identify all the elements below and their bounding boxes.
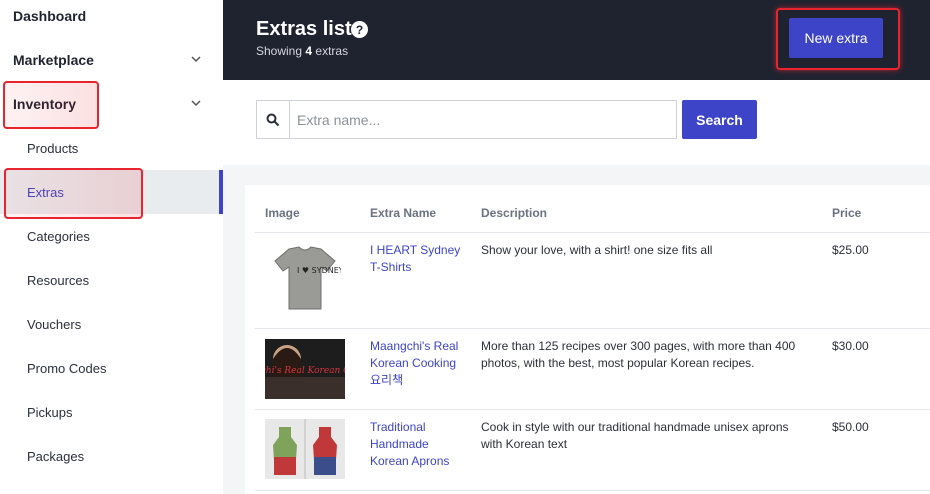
extra-name-link[interactable]: I HEART Sydney T-Shirts	[370, 242, 460, 276]
showing-count: 4	[305, 44, 313, 58]
tshirt-print-text: I ♥ SYDNEY	[297, 266, 341, 275]
sidebar-item-packages[interactable]: Packages	[0, 434, 223, 478]
divider	[255, 232, 930, 233]
search-panel: Search	[223, 80, 930, 165]
new-extra-button[interactable]: New extra	[789, 18, 883, 58]
sidebar-item-label: Resources	[27, 272, 90, 288]
extras-table: Image Extra Name Description Price I ♥ S…	[245, 185, 930, 494]
extra-name-line: 요리책	[370, 373, 404, 387]
showing-prefix: Showing	[256, 44, 303, 58]
sidebar-item-promo-codes[interactable]: Promo Codes	[0, 346, 223, 390]
extra-name-line: Korean Cooking	[370, 356, 457, 370]
search-input[interactable]	[289, 100, 677, 139]
sidebar-item-label: Pickups	[27, 404, 73, 420]
extra-description: Cook in style with our traditional handm…	[481, 419, 789, 453]
sidebar-item-marketplace[interactable]: Marketplace	[0, 38, 223, 82]
extra-price: $25.00	[832, 243, 869, 257]
column-header-image: Image	[265, 206, 300, 220]
extra-name-line: Traditional	[370, 420, 426, 434]
cookbook-title-text: Maangchi's Real Korean Cooking	[265, 366, 345, 376]
column-header-extra-name[interactable]: Extra Name	[370, 206, 436, 220]
description-line: photos, with the best, most popular Kore…	[481, 356, 755, 370]
sidebar-item-label: Vouchers	[27, 316, 82, 332]
sidebar: Dashboard Marketplace Inventory Products…	[0, 0, 223, 494]
extra-description: Show your love, with a shirt! one size f…	[481, 242, 712, 259]
sidebar-item-products[interactable]: Products	[0, 126, 223, 170]
search-icon	[256, 100, 289, 139]
divider	[255, 490, 930, 491]
sidebar-item-vouchers[interactable]: Vouchers	[0, 302, 223, 346]
page-header: Extras list ? Showing 4 extras New extra	[223, 0, 930, 80]
search-button[interactable]: Search	[682, 100, 757, 139]
sidebar-item-label: Marketplace	[13, 52, 94, 68]
chevron-down-icon	[191, 100, 201, 107]
sidebar-item-inventory[interactable]: Inventory	[0, 82, 223, 126]
divider	[255, 409, 930, 410]
extra-description: More than 125 recipes over 300 pages, wi…	[481, 338, 795, 372]
description-line: More than 125 recipes over 300 pages, wi…	[481, 339, 796, 353]
extra-price: $50.00	[832, 420, 869, 434]
extra-price: $30.00	[832, 339, 869, 353]
sidebar-item-resources[interactable]: Resources	[0, 258, 223, 302]
description-line: Cook in style with our traditional handm…	[481, 420, 789, 434]
extra-name-link[interactable]: Traditional Handmade Korean Aprons	[370, 419, 449, 470]
column-header-description: Description	[481, 206, 548, 220]
divider	[255, 328, 930, 329]
page-title: Extras list	[256, 18, 352, 40]
sidebar-item-label: Packages	[27, 448, 85, 464]
sidebar-item-label: Dashboard	[13, 8, 87, 24]
sidebar-item-label: Promo Codes	[27, 360, 107, 376]
chevron-down-icon	[191, 56, 201, 63]
help-icon[interactable]: ?	[351, 21, 368, 38]
sidebar-item-categories[interactable]: Categories	[0, 214, 223, 258]
tshirt-image: I ♥ SYDNEY	[274, 246, 341, 310]
sidebar-item-label: Extras	[27, 184, 64, 200]
aprons-image	[265, 419, 345, 479]
sidebar-item-dashboard[interactable]: Dashboard	[0, 0, 223, 38]
extra-name-line: Korean Aprons	[370, 454, 450, 468]
extra-name-line: Maangchi's Real	[370, 339, 459, 353]
extra-name-line: Handmade	[370, 437, 429, 451]
sidebar-item-label: Products	[27, 140, 79, 156]
cookbook-image: Maangchi's Real Korean Cooking	[265, 339, 345, 399]
extra-name-line: I HEART Sydney	[370, 243, 461, 257]
showing-suffix: extras	[315, 44, 349, 58]
extra-name-link[interactable]: Maangchi's Real Korean Cooking 요리책	[370, 338, 458, 389]
sidebar-item-extras[interactable]: Extras	[0, 170, 223, 214]
sidebar-item-pickups[interactable]: Pickups	[0, 390, 223, 434]
sidebar-item-label: Categories	[27, 228, 90, 244]
sidebar-item-label: Inventory	[13, 96, 77, 112]
extra-name-line: T-Shirts	[370, 260, 412, 274]
result-count: Showing 4 extras	[256, 44, 348, 58]
description-line: with Korean text	[481, 437, 568, 451]
description-line: Show your love, with a shirt! one size f…	[481, 243, 713, 257]
column-header-price[interactable]: Price	[832, 206, 861, 220]
